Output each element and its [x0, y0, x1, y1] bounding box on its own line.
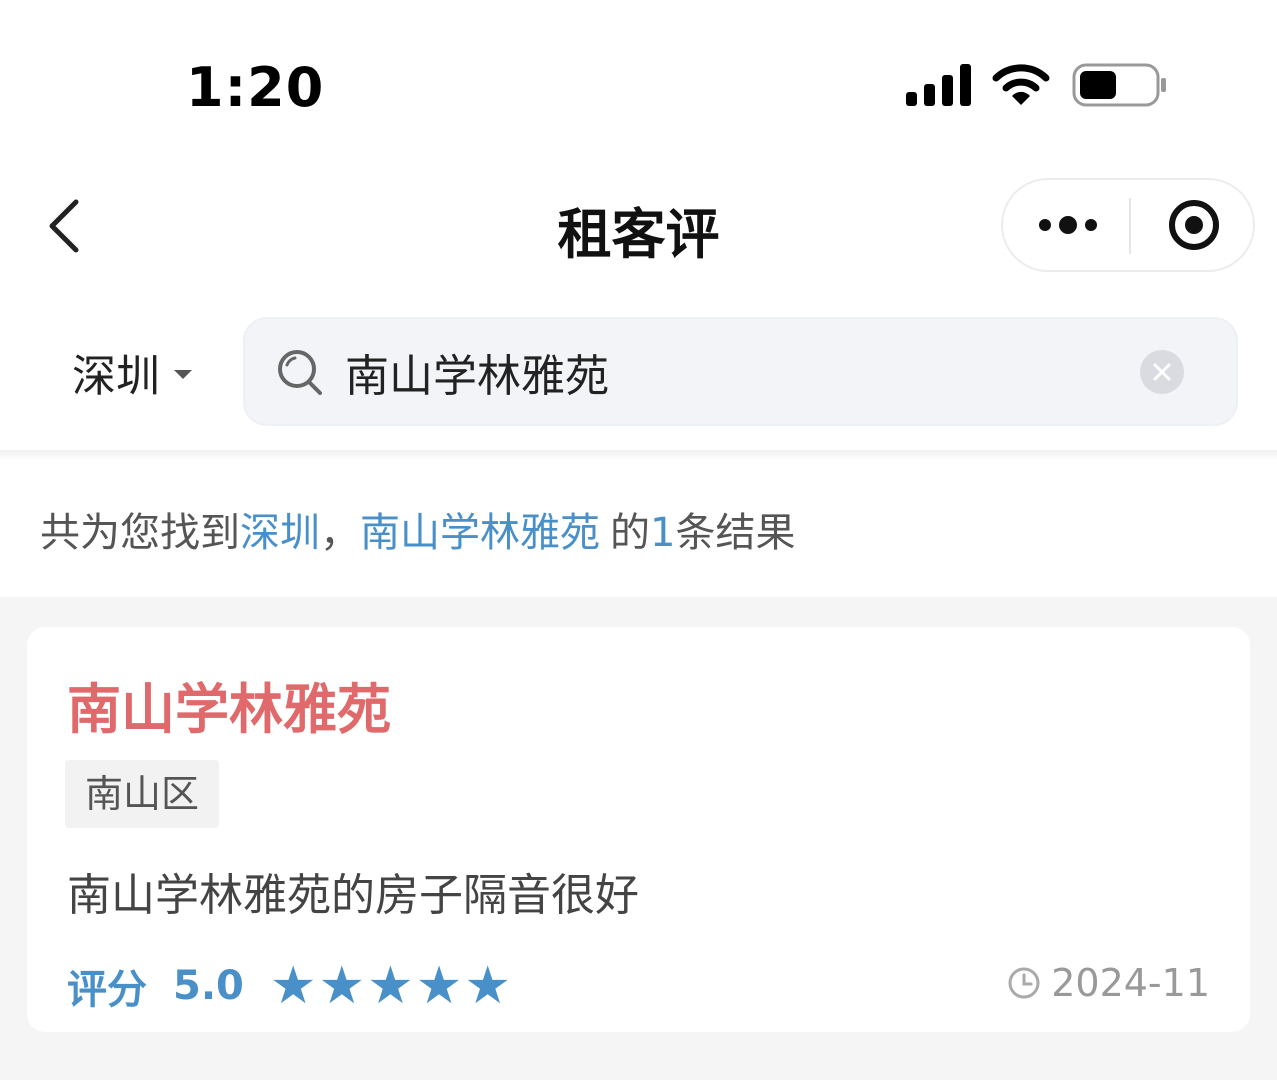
clear-x-icon	[1153, 363, 1171, 381]
summary-middle: 的	[610, 510, 650, 556]
capsule-divider	[1129, 198, 1131, 254]
close-mini-program-icon[interactable]	[1151, 194, 1237, 256]
header-divider	[0, 450, 1277, 460]
cellular-signal-icon	[906, 64, 971, 106]
caret-down-icon	[174, 369, 192, 379]
summary-city: 深圳	[240, 510, 320, 556]
community-name: 南山学林雅苑	[67, 678, 391, 741]
summary-comma: ，	[320, 510, 360, 556]
summary-prefix: 共为您找到	[40, 510, 240, 556]
status-time: 1:20	[186, 56, 325, 119]
city-selector[interactable]: 深圳	[72, 342, 192, 402]
review-date: 2024-11	[1007, 961, 1210, 1005]
summary-suffix: 条结果	[675, 510, 796, 556]
summary-keyword: 南山学林雅苑	[360, 510, 600, 556]
search-bar	[243, 317, 1238, 426]
rating-label: 评分	[67, 967, 147, 1013]
result-summary: 共为您找到深圳，南山学林雅苑 的1条结果	[40, 500, 795, 558]
search-input[interactable]	[345, 341, 1105, 403]
search-icon	[278, 350, 322, 395]
review-text: 南山学林雅苑的房子隔音很好	[67, 870, 639, 921]
battery-icon	[1072, 63, 1166, 107]
clock-icon	[1008, 967, 1040, 999]
result-card[interactable]: 南山学林雅苑 南山区 南山学林雅苑的房子隔音很好 评分 5.0 ★★★★★ 20…	[27, 627, 1250, 1032]
summary-count: 1	[650, 510, 676, 556]
district-tag: 南山区	[65, 760, 220, 828]
rating-value: 5.0	[173, 963, 244, 1009]
more-icon[interactable]	[1023, 194, 1113, 256]
top-area: 1:20 租客评 深圳 南山学林雅苑 共为您找到深圳，南山学林雅苑 的1条结果	[0, 0, 1277, 597]
wifi-icon	[992, 64, 1050, 105]
city-label: 深圳	[72, 351, 160, 402]
date-text: 2024-11	[1051, 961, 1210, 1005]
star-rating-icon: ★★★★★	[269, 956, 513, 1016]
mini-program-capsule	[1001, 178, 1255, 272]
rating-row: 评分 5.0 ★★★★★	[67, 957, 513, 1015]
clear-search-button[interactable]	[1140, 350, 1184, 394]
